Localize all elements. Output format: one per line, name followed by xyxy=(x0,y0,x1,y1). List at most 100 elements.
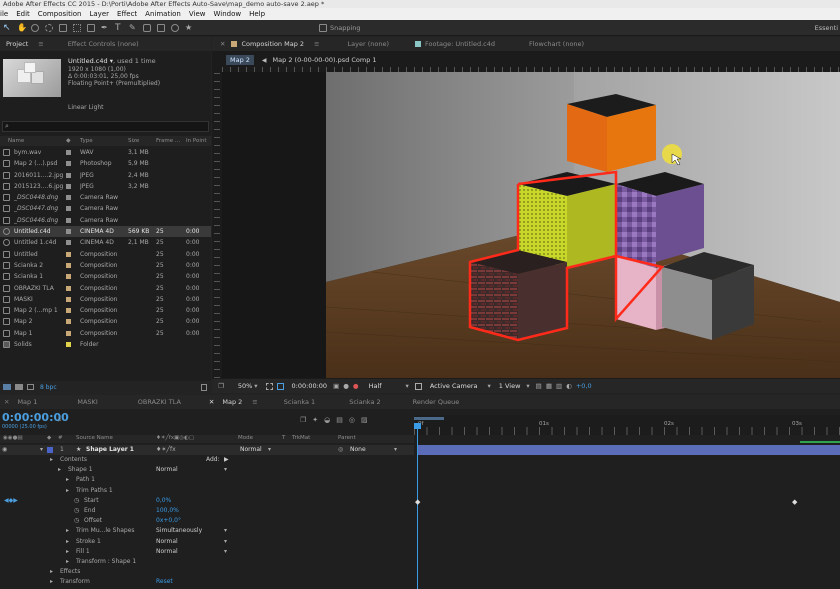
transparency-grid-icon[interactable] xyxy=(276,382,284,390)
expand-arrow-icon[interactable]: ▸ xyxy=(66,547,69,557)
item-label-color[interactable] xyxy=(66,161,71,167)
frame-blending-icon[interactable]: ▤ xyxy=(336,416,343,424)
menu-icon[interactable]: ≡ xyxy=(310,37,323,51)
tab-flowchart[interactable]: Flowchart (none) xyxy=(501,37,590,51)
pickwhip-icon[interactable]: ◎ xyxy=(338,445,343,455)
bpc-label[interactable]: 8 bpc xyxy=(40,384,57,391)
color-channels-icon[interactable]: ● xyxy=(353,382,359,390)
resolution-select[interactable]: Half xyxy=(369,382,382,390)
column-frame-rate[interactable]: Frame ... xyxy=(156,138,180,144)
property-row[interactable]: ◷ ◀◆▶ Start 0,0% xyxy=(0,496,414,506)
property-value[interactable]: 0x+0,0° xyxy=(156,516,181,526)
timeline-search-input[interactable]: ⌕ xyxy=(58,416,74,425)
property-row[interactable]: ▸ Effects xyxy=(0,567,414,577)
show-channel-icon[interactable]: ● xyxy=(343,382,349,390)
project-item-row[interactable]: _DSC0446.dng Camera Raw xyxy=(0,215,211,226)
layer-label-color[interactable] xyxy=(47,447,53,453)
expand-arrow-icon[interactable]: ▸ xyxy=(50,567,53,577)
snapshot-icon[interactable]: ▣ xyxy=(333,382,339,390)
expand-arrow-icon[interactable]: ▸ xyxy=(66,486,69,496)
close-icon[interactable]: ✕ xyxy=(220,40,225,48)
expand-arrow-icon[interactable]: ▸ xyxy=(66,526,69,536)
column-in-point[interactable]: In Point xyxy=(186,138,207,144)
layer-duration-bar[interactable] xyxy=(417,445,840,455)
composition-viewer[interactable] xyxy=(222,72,840,378)
tab-scianka1[interactable]: Scianka 1 xyxy=(262,395,321,409)
layer-mode-select[interactable]: Normal xyxy=(240,445,262,455)
pen-tool-icon[interactable]: ✒ xyxy=(101,23,109,32)
new-folder-icon[interactable] xyxy=(15,384,23,390)
chevron-down-icon[interactable]: ▾ xyxy=(394,445,397,455)
item-label-color[interactable] xyxy=(66,240,71,246)
property-row[interactable]: ▸ Shape 1 Normal ▾ xyxy=(0,465,414,475)
reset-exposure-icon[interactable]: ◐ xyxy=(566,382,572,390)
property-value[interactable]: 100,0% xyxy=(156,506,179,516)
current-time-display[interactable]: 0:00:00:00 xyxy=(292,382,328,390)
stopwatch-icon[interactable]: ◷ xyxy=(74,516,79,526)
graph-editor-icon[interactable]: ▨ xyxy=(361,416,368,424)
time-indicator-head[interactable] xyxy=(414,423,421,429)
breadcrumb-comp-path[interactable]: Map 2 (0-00-00-00).psd Comp 1 xyxy=(273,56,377,64)
tab-map1[interactable]: Map 1 xyxy=(9,395,43,409)
snapping-checkbox[interactable] xyxy=(319,23,327,32)
item-label-color[interactable] xyxy=(66,308,71,314)
view-layout-select[interactable]: 1 View xyxy=(499,382,521,390)
property-row[interactable]: ▸ Trim Paths 1 xyxy=(0,486,414,496)
tab-project[interactable]: Project xyxy=(0,37,34,51)
tab-footage[interactable]: Footage: Untitled.c4d xyxy=(421,37,501,51)
item-label-color[interactable] xyxy=(66,183,71,189)
property-value[interactable]: Reset xyxy=(156,577,173,587)
property-row[interactable]: ▸ Transform : Shape 1 xyxy=(0,557,414,567)
column-trkmat[interactable]: TrkMat xyxy=(292,435,310,441)
item-label-color[interactable] xyxy=(66,217,71,223)
project-item-row[interactable]: _DSC0447.dng Camera Raw xyxy=(0,203,211,214)
item-label-color[interactable] xyxy=(66,274,71,280)
fast-preview-icon[interactable] xyxy=(414,382,422,390)
hand-tool-icon[interactable]: ✋ xyxy=(17,23,27,32)
item-label-color[interactable] xyxy=(66,296,71,302)
project-item-row[interactable]: MASKI Composition 25 0:00 xyxy=(0,294,211,305)
property-row[interactable]: ▸ Path 1 xyxy=(0,475,414,485)
layer-row[interactable]: ◉ ▾ 1 ★ Shape Layer 1 ♦✶╱fx Normal ▾ ◎ N… xyxy=(0,445,414,456)
menu-help[interactable]: Help xyxy=(249,8,265,20)
project-item-row[interactable]: 2016011....2.jpg JPEG 2,4 MB xyxy=(0,170,211,181)
roto-brush-tool-icon[interactable] xyxy=(171,23,179,32)
camera-select[interactable]: Active Camera xyxy=(430,382,478,390)
project-item-row[interactable]: _DSC0448.dng Camera Raw xyxy=(0,192,211,203)
item-label-color[interactable] xyxy=(66,195,71,201)
menu-edit[interactable]: Edit xyxy=(16,8,30,20)
layer-switches-icon[interactable]: ♦✶╱fx xyxy=(156,445,176,455)
tab-maski[interactable]: MASKI xyxy=(43,395,103,409)
chevron-down-icon[interactable]: ▾ xyxy=(406,382,409,390)
project-item-row[interactable]: Map 2 (...mp 1 Composition 25 0:00 xyxy=(0,305,211,316)
property-value[interactable]: Normal xyxy=(156,537,178,547)
zoom-tool-icon[interactable] xyxy=(31,23,39,32)
tab-composition[interactable]: Composition Map 2 xyxy=(237,37,310,51)
selection-tool-icon[interactable]: ↖ xyxy=(3,23,11,32)
item-label-color[interactable] xyxy=(66,319,71,325)
expand-arrow-icon[interactable]: ▸ xyxy=(66,557,69,567)
brush-tool-icon[interactable]: ✎ xyxy=(129,23,137,32)
arrow-left-icon[interactable]: ◀ xyxy=(262,57,267,64)
expand-arrow-icon[interactable]: ▸ xyxy=(50,577,53,587)
breadcrumb-tab-map2[interactable]: Map 2 xyxy=(226,55,254,65)
project-item-row[interactable]: Untitled Composition 25 0:00 xyxy=(0,249,211,260)
property-row[interactable]: ▸ Fill 1 Normal ▾ xyxy=(0,547,414,557)
project-item-row[interactable]: Untitled.c4d CINEMA 4D 569 KB 25 0:00 xyxy=(0,226,211,238)
chevron-down-icon[interactable]: ▾ xyxy=(224,526,227,536)
project-item-row[interactable]: bym.wav WAV 3,1 MB xyxy=(0,147,211,158)
menu-view[interactable]: View xyxy=(189,8,206,20)
project-search-input[interactable]: ⌕ xyxy=(2,121,209,132)
project-item-row[interactable]: Scianka 2 Composition 25 0:00 xyxy=(0,260,211,271)
item-label-color[interactable] xyxy=(66,262,71,268)
item-label-color[interactable] xyxy=(66,342,71,348)
chevron-down-icon[interactable]: ▾ xyxy=(488,382,491,390)
comp-mini-flowchart-icon[interactable]: ❐ xyxy=(300,416,306,424)
expand-arrow-icon[interactable]: ▾ xyxy=(40,445,43,455)
puppet-tool-icon[interactable]: ★ xyxy=(185,23,193,32)
project-item-row[interactable]: Map 2 Composition 25 0:00 xyxy=(0,316,211,327)
tab-map2[interactable]: Map 2 xyxy=(214,395,248,409)
menu-icon[interactable]: ≡ xyxy=(248,395,261,409)
interpret-footage-icon[interactable] xyxy=(3,384,11,390)
property-row[interactable]: ◷ Offset 0x+0,0° xyxy=(0,516,414,526)
